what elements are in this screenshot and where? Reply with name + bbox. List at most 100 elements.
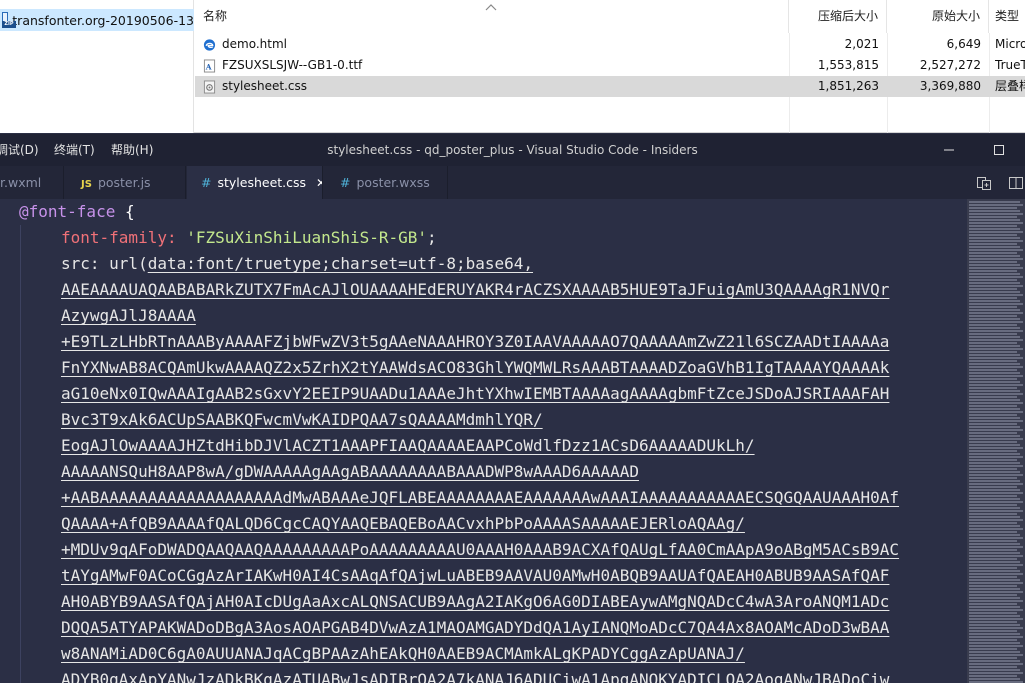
menu-terminal[interactable]: 终端(T) [54,134,95,166]
minimap-line [969,333,1017,335]
minimap-line [969,294,1023,296]
code-line: font-family: 'FZSuXinShiLuanShiS-R-GB'; [61,225,437,251]
minimap-line [969,330,1023,332]
minimap-line [969,258,1023,260]
minimap-line [969,660,1020,662]
minimap-line [969,276,1023,278]
minimap-line [969,483,1023,485]
code-editor[interactable]: @font-face { font-family: 'FZSuXinShiLua… [0,199,967,683]
css-at-rule: @font-face [19,202,116,221]
minimap-line [969,591,1023,593]
minimap-line [969,543,1020,545]
column-header-compressed[interactable]: 压缩后大小 [789,0,887,33]
minimap-line [969,426,1020,428]
file-original-size: 3,369,880 [919,79,981,93]
minimap-line [969,522,1017,524]
split-editor-icon[interactable] [1008,175,1024,191]
minimap-line [969,642,1020,644]
minimap-line [969,384,1023,386]
minimap-line [969,441,1017,443]
minimap-line [969,675,1017,677]
code-line-base64: +AABAAAAAAAAAAAAAAAAAAAdMwABAAAeJQFLABEA… [61,488,900,507]
sort-ascending-icon [485,4,497,11]
css-semicolon: ; [427,228,437,247]
file-row[interactable]: A FZSUXSLSJW--GB1-0.ttf 1,553,815 2,527,… [195,55,1025,76]
minimap-line [969,465,1023,467]
css-hash-icon: # [201,175,212,190]
minimap-line [969,480,1020,482]
minimap-line [969,534,1020,536]
minimap-line [969,261,1017,263]
file-row-selected[interactable]: stylesheet.css 1,851,263 3,369,880 层叠样 [195,76,1025,97]
tree-item-archive[interactable]: transfonter.org-20190506-13 [0,9,194,31]
minimap-line [969,459,1017,461]
minimap-line [969,351,1017,353]
minimap-line [969,282,1020,284]
zip-archive-icon [2,12,17,28]
open-changes-icon[interactable] [976,175,994,191]
minimap-line [969,378,1017,380]
menu-help[interactable]: 帮助(H) [111,134,153,166]
minimap-line [969,501,1023,503]
column-header-original[interactable]: 原始大小 [887,0,989,33]
minimap-line [969,516,1020,518]
code-line-base64: Bvc3T9xAk6ACUpSAABKQFwcmVwKAIDPQAA7sQAAA… [61,410,543,429]
file-compressed-size: 2,021 [844,37,879,51]
maximize-button[interactable] [976,134,1022,166]
minimap-line [969,303,1023,305]
file-type: Micro [995,37,1025,51]
minimap-line [969,216,1017,218]
minimap-line [969,609,1023,611]
minimap-line [969,228,1020,230]
menu-debug[interactable]: 调试(D) [0,134,39,166]
minimap-line [969,336,1020,338]
minimap-line [969,324,1017,326]
minimap-line [969,315,1017,317]
minimap-line [969,318,1020,320]
minimap-line [969,423,1017,425]
minimap-line [969,540,1017,542]
tab-poster-js[interactable]: JS poster.js [65,166,186,199]
minimap-line [969,366,1023,368]
edge-html-icon [203,38,216,51]
minimap-line [969,486,1017,488]
vscode-window: stylesheet.css - qd_poster_plus - Visual… [0,134,1025,683]
minimap-line [969,507,1020,509]
tab-wxml[interactable]: r.wxml [0,166,64,199]
minimize-icon [944,149,954,151]
tab-close-icon[interactable]: ✕ [316,176,322,190]
minimap-line [969,207,1017,209]
font-file-icon: A [203,59,216,72]
minimap-line [969,411,1023,413]
minimap-line [969,462,1020,464]
minimap-line [969,525,1020,527]
minimap-line [969,669,1020,671]
minimap-line [969,273,1020,275]
minimap-line [969,402,1023,404]
minimap-line [969,606,1020,608]
minimap-line [969,651,1020,653]
column-header-type[interactable]: 类型 [989,0,1025,33]
minimap-line [969,321,1023,323]
folder-tree-pane: transfonter.org-20190506-13 [0,0,194,133]
minimap-line [969,381,1020,383]
file-type: 层叠样 [995,79,1025,93]
indent-guide [20,225,21,683]
minimap-line [969,588,1020,590]
tab-label: stylesheet.css [217,175,307,190]
tab-stylesheet-css[interactable]: # stylesheet.css ✕ [187,166,323,199]
minimap-line [969,372,1020,374]
minimap-line [969,648,1017,650]
minimize-button[interactable] [926,134,972,166]
svg-text:A: A [205,62,212,71]
window-title: stylesheet.css - qd_poster_plus - Visual… [327,143,698,157]
tab-poster-wxss[interactable]: # poster.wxss [324,166,448,199]
minimap-line [969,210,1020,212]
minimap-line [969,240,1023,242]
minimap-line [969,624,1020,626]
minimap-line [969,627,1023,629]
file-row[interactable]: demo.html 2,021 6,649 Micro [195,34,1025,55]
minimap-line [969,357,1023,359]
editor-tab-bar: r.wxml JS poster.js # stylesheet.css ✕ # pos… [0,166,1025,199]
minimap[interactable] [967,199,1025,683]
